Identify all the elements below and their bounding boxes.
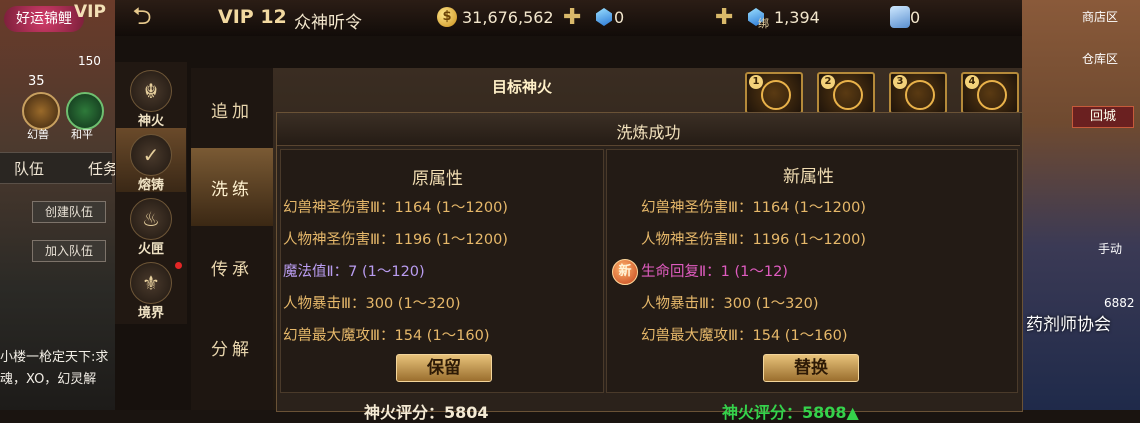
manual-mode-label[interactable]: 手动 (1098, 240, 1122, 257)
forge-icon: ✓ (130, 134, 172, 176)
fire-rune-icon (905, 80, 935, 110)
realm-icon: ⚜ (130, 262, 172, 304)
peace-mode-label: 和平 (71, 128, 93, 141)
pet-skill-icon[interactable] (22, 92, 60, 130)
fire-rune-icon (761, 80, 791, 110)
fire-slot[interactable]: 3 (889, 72, 947, 114)
tab-inherit[interactable]: 传承 (191, 228, 273, 306)
shop-currency-icon (890, 6, 910, 28)
join-team-button[interactable]: 加入队伍 (32, 240, 106, 262)
fire-slot[interactable]: 4 (961, 72, 1019, 114)
new-badge-icon: 新 (612, 259, 638, 285)
add-gold-button[interactable]: ✚ (563, 5, 581, 30)
replace-button[interactable]: 替换 (763, 354, 859, 382)
side-icon-forge[interactable]: ✓ 熔铸 (116, 128, 186, 193)
slot-number: 3 (893, 75, 907, 89)
gold-coin-icon: $ (437, 7, 457, 27)
original-score: 神火评分：5804 (364, 403, 489, 422)
map-area-label: 商店区 (1082, 10, 1119, 24)
side-icon-label: 神火 (137, 114, 164, 129)
lucky-badge[interactable]: 好运锦鲤 (4, 6, 84, 32)
peace-mode-icon[interactable] (66, 92, 104, 130)
left-vip-label: VIP (74, 2, 106, 22)
guild-label: 药剂师协会 (1026, 315, 1111, 335)
vip-level: VIP 12 (218, 6, 287, 28)
fire-slot[interactable]: 1 (745, 72, 803, 114)
tab-add[interactable]: 追加 (191, 70, 273, 148)
new-header: 新属性 (783, 167, 834, 187)
tab-task[interactable]: 任务 (88, 158, 118, 179)
fire-rune-icon (977, 80, 1007, 110)
notification-dot (175, 262, 182, 269)
map-area-label: 仓库区 (1082, 52, 1119, 66)
original-attr: 人物暴击Ⅲ：300 (1～320) (283, 296, 461, 312)
slot-number: 4 (965, 75, 979, 89)
player-name: 众神听令 (294, 13, 362, 33)
dialog-title: 洗炼成功 (616, 123, 681, 142)
back-arrow-icon[interactable]: ⮌ (120, 2, 164, 30)
hp-value: 150 (78, 54, 101, 68)
new-attr: 幻兽神圣伤害Ⅲ：1164 (1～1200) (641, 200, 866, 216)
fire-slot[interactable]: 2 (817, 72, 875, 114)
new-attr: 生命回复Ⅱ：1 (1～12) (641, 264, 788, 280)
diamond-amount: 0 (614, 8, 625, 27)
original-attr: 人物神圣伤害Ⅲ：1196 (1～1200) (283, 232, 508, 248)
fire-box-icon: ♨ (130, 198, 172, 240)
tab-decompose[interactable]: 分解 (191, 308, 273, 386)
tab-refine[interactable]: 洗练 (191, 148, 273, 226)
gold-amount: 31,676,562 (462, 8, 554, 27)
side-icon-bar: ☬ 神火 ✓ 熔铸 ♨ 火匣 ⚜ 境界 (115, 62, 187, 324)
new-attr: 幻兽最大魔攻Ⅲ：154 (1～160) (641, 328, 848, 344)
original-attr: 幻兽神圣伤害Ⅲ：1164 (1～1200) (283, 200, 508, 216)
side-icon-label: 熔铸 (137, 178, 164, 193)
fire-spirit-icon: ☬ (130, 70, 172, 112)
pet-skill-label: 幻兽 (27, 128, 49, 141)
new-attr: 人物暴击Ⅲ：300 (1～320) (641, 296, 819, 312)
player-level: 35 (28, 74, 45, 89)
new-score: 神火评分：5808▲ (722, 403, 859, 422)
side-icon-firebox[interactable]: ♨ 火匣 (116, 192, 186, 257)
count-label: 6882 (1104, 296, 1135, 310)
shop-currency-amount: 0 (910, 8, 921, 27)
chat-line[interactable]: 魂，XO，幻灵解 (0, 368, 114, 387)
original-attr: 魔法值Ⅱ：7 (1～120) (283, 264, 425, 280)
fire-rune-icon (833, 80, 863, 110)
new-attr: 人物神圣伤害Ⅲ：1196 (1～1200) (641, 232, 866, 248)
keep-button[interactable]: 保留 (396, 354, 492, 382)
return-city-button[interactable]: 回城 (1072, 106, 1134, 128)
add-diamond-button[interactable]: ✚ (715, 5, 733, 30)
tab-column: 追加 洗练 传承 分解 (191, 68, 273, 410)
side-icon-label: 火匣 (137, 242, 164, 257)
tab-team[interactable]: 队伍 (14, 158, 44, 179)
slot-number: 1 (749, 75, 763, 89)
chat-line[interactable]: 小楼一枪定天下:求 (0, 346, 114, 365)
side-icon-realm[interactable]: ⚜ 境界 (116, 256, 186, 321)
side-icon-label: 境界 (137, 306, 164, 321)
bound-tag: 绑 (758, 17, 769, 30)
create-team-button[interactable]: 创建队伍 (32, 201, 106, 223)
bound-diamond-amount: 1,394 (774, 8, 820, 27)
slot-number: 2 (821, 75, 835, 89)
game-world-right (1022, 0, 1140, 410)
original-attr: 幻兽最大魔攻Ⅲ：154 (1～160) (283, 328, 490, 344)
original-header: 原属性 (412, 169, 463, 189)
target-fire-title: 目标神火 (492, 78, 553, 96)
side-icon-fire[interactable]: ☬ 神火 (116, 64, 186, 129)
